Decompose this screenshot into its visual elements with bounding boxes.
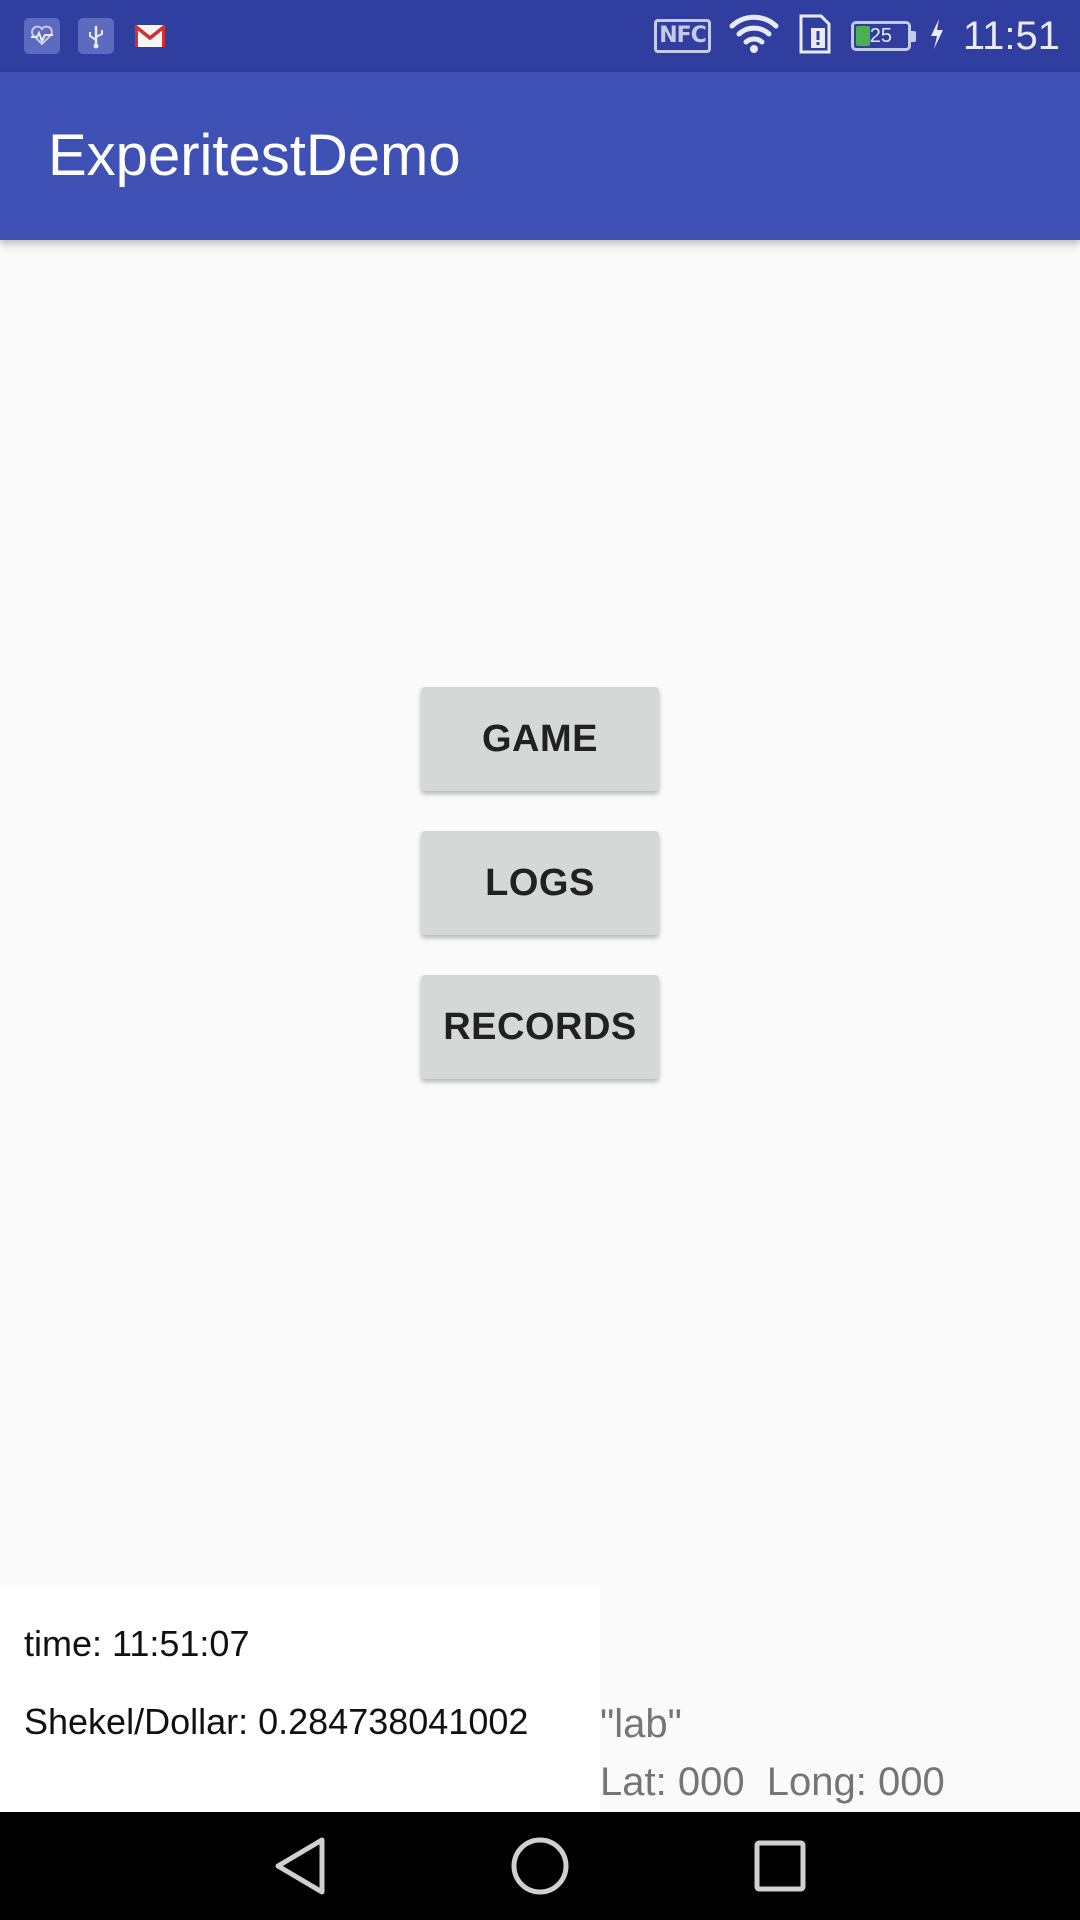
gmail-icon	[132, 18, 168, 54]
status-bar: NFC 25 11:51	[0, 0, 1080, 72]
status-time: 11:51	[962, 13, 1060, 58]
health-icon	[24, 18, 60, 54]
usb-icon	[78, 18, 114, 54]
nfc-icon: NFC	[654, 19, 711, 53]
location-name: "lab"	[600, 1702, 682, 1746]
home-icon[interactable]	[508, 1834, 572, 1898]
recents-icon[interactable]	[748, 1834, 812, 1898]
location-coordinates: Lat: 000 Long: 000	[600, 1760, 945, 1804]
info-panel: time: 11:51:07 Shekel/Dollar: 0.28473804…	[0, 1587, 600, 1812]
battery-level: 25	[869, 25, 892, 47]
app-bar: ExperitestDemo	[0, 72, 1080, 240]
game-button[interactable]: GAME	[421, 687, 659, 791]
battery-icon: 25	[850, 21, 916, 51]
notification-icons	[24, 18, 168, 54]
exchange-rate-text: Shekel/Dollar: 0.284738041002	[24, 1701, 529, 1742]
records-button[interactable]: RECORDS	[421, 975, 659, 1079]
system-icons: NFC 25 11:51	[654, 12, 1060, 60]
sim-info-icon	[797, 14, 833, 59]
back-icon[interactable]	[268, 1834, 332, 1898]
charging-icon	[929, 18, 945, 55]
navigation-bar	[0, 1812, 1080, 1920]
time-text: time: 11:51:07	[24, 1623, 250, 1664]
wifi-icon	[729, 14, 779, 59]
logs-button[interactable]: LOGS	[421, 831, 659, 935]
app-title: ExperitestDemo	[48, 123, 461, 188]
